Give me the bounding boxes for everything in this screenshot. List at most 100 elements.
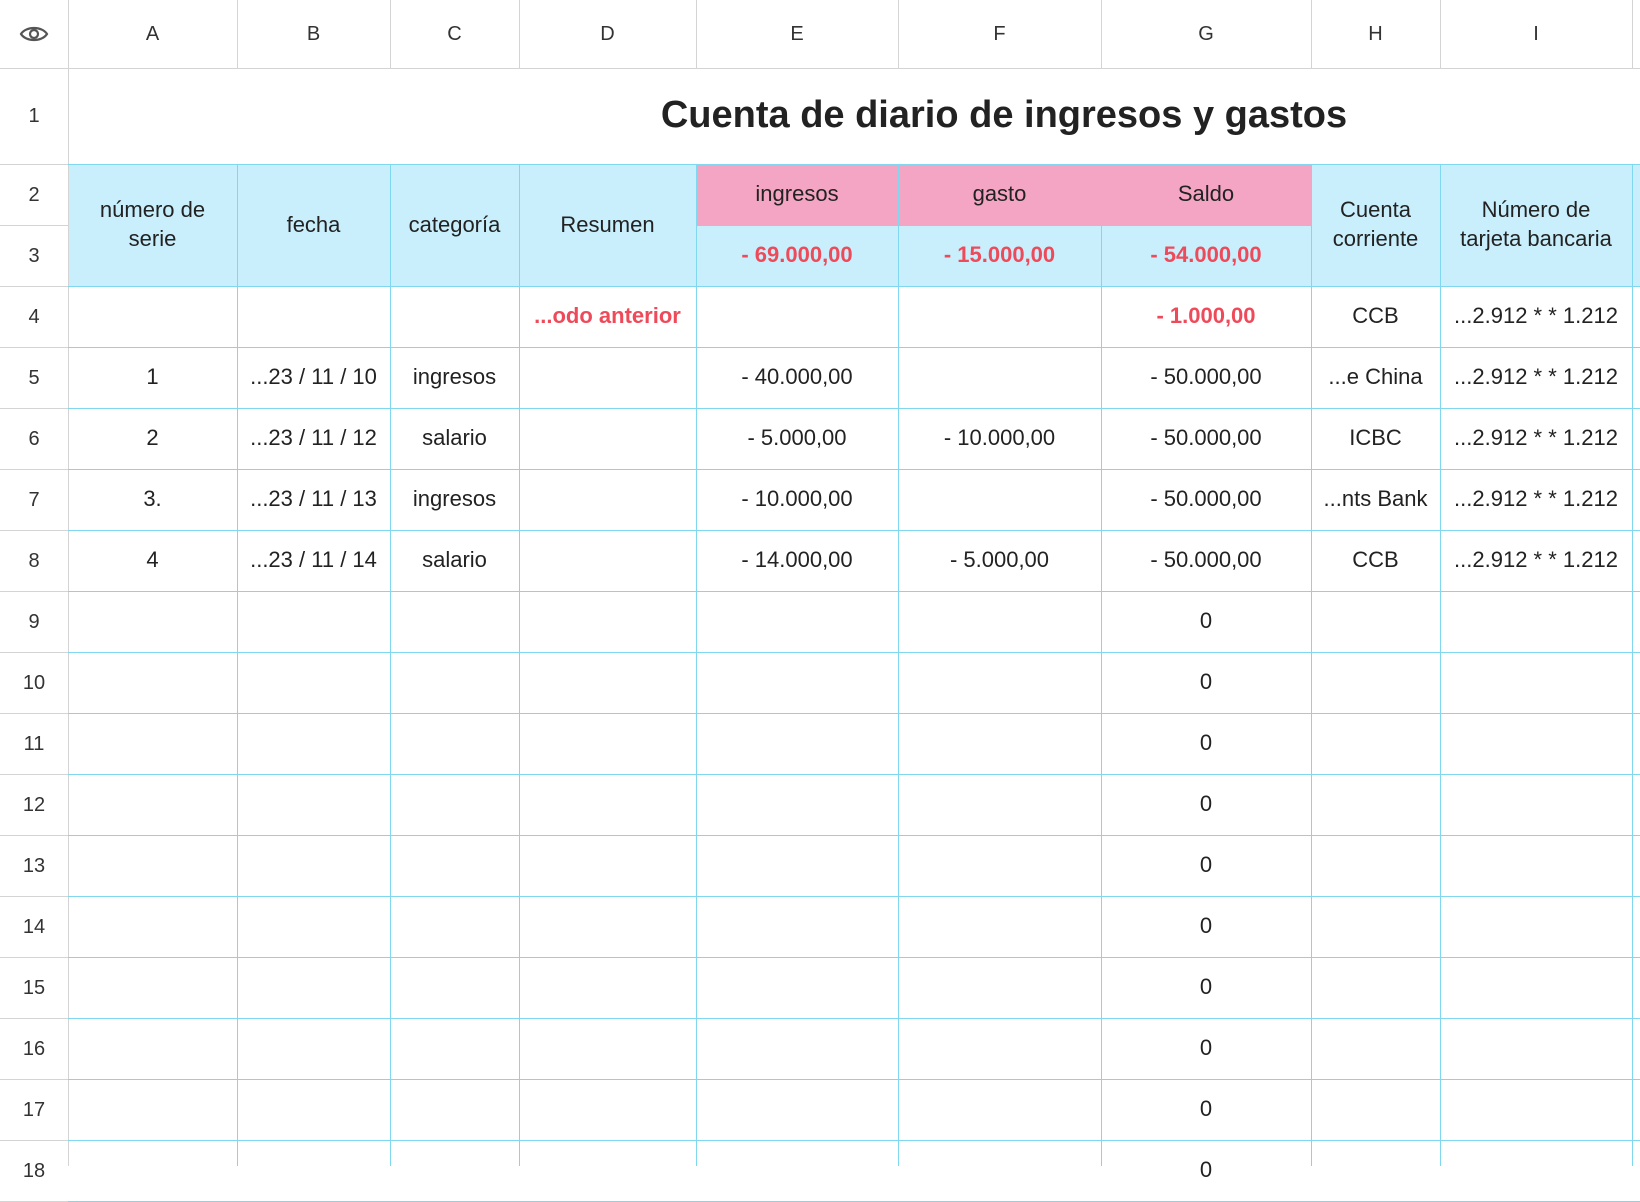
entry-cell-expense[interactable]: - 5.000,00 (898, 530, 1101, 591)
entry-cell-date[interactable]: ...23 / 11 / 13 (237, 469, 390, 530)
grid-row-line (68, 774, 1640, 775)
row-header-9[interactable]: 9 (0, 591, 68, 652)
entry-cell-income[interactable]: - 10.000,00 (696, 469, 898, 530)
entry-cell-category[interactable]: salario (390, 408, 519, 469)
header-income[interactable]: ingresos (696, 164, 898, 225)
entry-cell-category[interactable]: ingresos (390, 469, 519, 530)
previous-period-account[interactable]: CCB (1311, 286, 1440, 347)
row-header-1[interactable]: 1 (0, 68, 68, 164)
row-header-7[interactable]: 7 (0, 469, 68, 530)
entry-cell-card[interactable]: ...2.912 * * 1.212 (1440, 408, 1632, 469)
column-header-d[interactable]: D (519, 0, 696, 68)
grid-row-line (68, 1140, 1640, 1141)
grid-row-line (68, 713, 1640, 714)
entry-cell-serial[interactable]: 4 (68, 530, 237, 591)
row-header-6[interactable]: 6 (0, 408, 68, 469)
entry-cell-account[interactable]: ...nts Bank (1311, 469, 1440, 530)
entry-cell-income[interactable]: - 14.000,00 (696, 530, 898, 591)
balance-cell[interactable]: 0 (1101, 957, 1311, 1018)
eye-icon[interactable] (0, 0, 68, 68)
row-header-10[interactable]: 10 (0, 652, 68, 713)
entry-cell-card[interactable]: ...2.912 * * 1.212 (1440, 347, 1632, 408)
entry-cell-expense[interactable] (898, 469, 1101, 530)
header-serial-number[interactable]: número de serie (68, 164, 237, 286)
row-header-8[interactable]: 8 (0, 530, 68, 591)
entry-cell-expense[interactable]: - 10.000,00 (898, 408, 1101, 469)
row-header-17[interactable]: 17 (0, 1079, 68, 1140)
balance-cell[interactable]: 0 (1101, 896, 1311, 957)
row-header-3[interactable]: 3 (0, 225, 68, 286)
entry-cell-serial[interactable]: 3. (68, 469, 237, 530)
row-header-16[interactable]: 16 (0, 1018, 68, 1079)
entry-cell-serial[interactable]: 2 (68, 408, 237, 469)
header-date[interactable]: fecha (237, 164, 390, 286)
previous-period-summary[interactable]: ...odo anterior (519, 286, 696, 347)
previous-period-card[interactable]: ...2.912 * * 1.212 (1440, 286, 1632, 347)
entry-cell-category[interactable]: salario (390, 530, 519, 591)
row-header-18[interactable]: 18 (0, 1140, 68, 1201)
entry-cell-summary[interactable] (519, 530, 696, 591)
row-header-5[interactable]: 5 (0, 347, 68, 408)
balance-cell[interactable]: 0 (1101, 591, 1311, 652)
row-header-14[interactable]: 14 (0, 896, 68, 957)
total-income[interactable]: - 69.000,00 (696, 225, 898, 286)
column-header-b[interactable]: B (237, 0, 390, 68)
balance-cell[interactable]: 0 (1101, 1079, 1311, 1140)
row-header-13[interactable]: 13 (0, 835, 68, 896)
spreadsheet: A B C D E F G H I 1 2 3 4 5 6 7 8 9 10 11 12 13 14 15 16 17 18 Cuen… (0, 0, 1640, 1202)
entry-cell-date[interactable]: ...23 / 11 / 14 (237, 530, 390, 591)
header-balance[interactable]: Saldo (1101, 164, 1311, 225)
header-expense[interactable]: gasto (898, 164, 1101, 225)
entry-cell-income[interactable]: - 40.000,00 (696, 347, 898, 408)
entry-cell-serial[interactable]: 1 (68, 347, 237, 408)
column-header-g[interactable]: G (1101, 0, 1311, 68)
row-header-4[interactable]: 4 (0, 286, 68, 347)
grid-row-line (68, 835, 1640, 836)
entry-cell-balance[interactable]: - 50.000,00 (1101, 469, 1311, 530)
entry-cell-account[interactable]: ICBC (1311, 408, 1440, 469)
header-category[interactable]: categoría (390, 164, 519, 286)
entry-cell-expense[interactable] (898, 347, 1101, 408)
balance-cell[interactable]: 0 (1101, 1018, 1311, 1079)
grid-row-line (68, 957, 1640, 958)
column-header-i[interactable]: I (1440, 0, 1632, 68)
entry-cell-balance[interactable]: - 50.000,00 (1101, 530, 1311, 591)
entry-cell-income[interactable]: - 5.000,00 (696, 408, 898, 469)
row-header-11[interactable]: 11 (0, 713, 68, 774)
column-header-h[interactable]: H (1311, 0, 1440, 68)
balance-cell[interactable]: 0 (1101, 835, 1311, 896)
entry-cell-balance[interactable]: - 50.000,00 (1101, 347, 1311, 408)
entry-cell-date[interactable]: ...23 / 11 / 10 (237, 347, 390, 408)
entry-cell-summary[interactable] (519, 347, 696, 408)
previous-period-balance[interactable]: - 1.000,00 (1101, 286, 1311, 347)
entry-cell-account[interactable]: CCB (1311, 530, 1440, 591)
entry-cell-card[interactable]: ...2.912 * * 1.212 (1440, 469, 1632, 530)
header-bank-card-number[interactable]: Número de tarjeta bancaria (1440, 164, 1632, 286)
entry-cell-category[interactable]: ingresos (390, 347, 519, 408)
entry-cell-balance[interactable]: - 50.000,00 (1101, 408, 1311, 469)
row-header-2[interactable]: 2 (0, 164, 68, 225)
column-header-a[interactable]: A (68, 0, 237, 68)
entry-cell-account[interactable]: ...e China (1311, 347, 1440, 408)
grid-row-line (68, 896, 1640, 897)
entry-cell-date[interactable]: ...23 / 11 / 12 (237, 408, 390, 469)
entry-cell-card[interactable]: ...2.912 * * 1.212 (1440, 530, 1632, 591)
balance-cell[interactable]: 0 (1101, 1140, 1311, 1201)
balance-cell[interactable]: 0 (1101, 774, 1311, 835)
column-header-f[interactable]: F (898, 0, 1101, 68)
grid-column-line (898, 164, 899, 1166)
row-header-15[interactable]: 15 (0, 957, 68, 1018)
column-header-e[interactable]: E (696, 0, 898, 68)
header-checking-account[interactable]: Cuenta corriente (1311, 164, 1440, 286)
entry-cell-summary[interactable] (519, 469, 696, 530)
total-expense[interactable]: - 15.000,00 (898, 225, 1101, 286)
column-header-c[interactable]: C (390, 0, 519, 68)
entry-cell-summary[interactable] (519, 408, 696, 469)
balance-cell[interactable]: 0 (1101, 652, 1311, 713)
balance-cell[interactable]: 0 (1101, 713, 1311, 774)
row-header-12[interactable]: 12 (0, 774, 68, 835)
header-summary[interactable]: Resumen (519, 164, 696, 286)
column-header-overflow[interactable] (1632, 0, 1640, 68)
sheet-title[interactable]: Cuenta de diario de ingresos y gastos (68, 68, 1640, 164)
total-balance[interactable]: - 54.000,00 (1101, 225, 1311, 286)
